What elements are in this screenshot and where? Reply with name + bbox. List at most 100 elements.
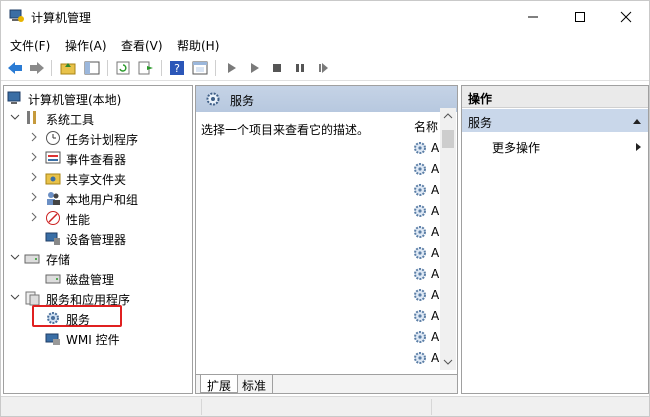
service-gear-icon (412, 308, 428, 327)
computer-management-window: 计算机管理 文件(F) 操作(A) 查看(V) 帮助(H) ? 计算机管理(本地… (0, 0, 650, 417)
service-gear-icon (412, 350, 428, 369)
storage-icon (24, 250, 40, 266)
list-item[interactable]: A (412, 306, 442, 326)
list-item[interactable]: A (412, 222, 442, 242)
tab-extended[interactable]: 扩展 (200, 375, 239, 393)
back-arrow-icon[interactable] (6, 59, 24, 77)
collapse-chevron-icon[interactable] (10, 112, 20, 122)
expand-chevron-icon[interactable] (29, 172, 39, 182)
service-gear-icon (412, 329, 428, 348)
service-gear-icon (412, 287, 428, 306)
tree-item-device-manager[interactable]: 设备管理器 (4, 228, 192, 248)
tree-item-disk-management[interactable]: 磁盘管理 (4, 268, 192, 288)
service-gear-icon (412, 203, 428, 222)
export-list-icon[interactable] (137, 59, 155, 77)
show-hide-tree-icon[interactable] (83, 59, 101, 77)
start-service-alt-icon[interactable] (246, 59, 264, 77)
title-bar: 计算机管理 (1, 1, 649, 33)
list-item[interactable]: A (412, 138, 442, 158)
service-gear-icon (412, 266, 428, 285)
service-gear-icon (412, 182, 428, 201)
name-column-header[interactable]: 名称 (414, 118, 438, 135)
clock-icon (45, 130, 61, 146)
scroll-down-icon[interactable] (443, 358, 453, 366)
tree-item-storage[interactable]: 存储 (4, 248, 192, 268)
maximize-button[interactable] (557, 1, 603, 33)
wmi-control-icon (45, 330, 61, 346)
service-gear-icon (412, 140, 428, 159)
more-actions-item[interactable]: 更多操作 (462, 136, 648, 156)
service-gear-icon (412, 245, 428, 264)
properties-pane-icon[interactable] (191, 59, 209, 77)
list-item[interactable]: A (412, 243, 442, 263)
list-item[interactable]: A (412, 180, 442, 200)
close-button[interactable] (603, 1, 649, 33)
tree-item-root[interactable]: 计算机管理(本地) (4, 88, 192, 108)
tree-item-event-viewer[interactable]: 事件查看器 (4, 148, 192, 168)
stop-service-icon[interactable] (268, 59, 286, 77)
tree-item-system-tools[interactable]: 系统工具 (4, 108, 192, 128)
pause-service-icon[interactable] (291, 59, 309, 77)
users-icon (45, 190, 61, 206)
services-pane-header: 服务 (196, 86, 457, 112)
computer-management-icon (7, 90, 23, 106)
actions-section-services[interactable]: 服务 (462, 109, 648, 132)
tab-standard[interactable]: 标准 (236, 375, 274, 393)
tree-item-shared-folders[interactable]: 共享文件夹 (4, 168, 192, 188)
scrollbar-thumb[interactable] (442, 130, 454, 148)
minimize-button[interactable] (510, 1, 556, 33)
actions-pane: 操作 服务 更多操作 (461, 85, 649, 394)
tree-item-task-scheduler[interactable]: 任务计划程序 (4, 128, 192, 148)
tree-item-wmi-control[interactable]: WMI 控件 (4, 328, 192, 348)
services-pane: 服务 选择一个项目来查看它的描述。 名称 A A A A A A A A A A… (195, 85, 458, 394)
menu-action[interactable]: 操作(A) (65, 37, 107, 54)
shared-folder-icon (45, 170, 61, 186)
scroll-up-icon[interactable] (443, 112, 453, 120)
computer-management-app-icon (9, 9, 25, 23)
performance-icon (45, 210, 61, 226)
start-service-icon[interactable] (223, 59, 241, 77)
collapse-chevron-icon[interactable] (10, 292, 20, 302)
status-bar (1, 396, 649, 416)
vertical-scrollbar[interactable] (440, 108, 456, 370)
collapse-chevron-icon[interactable] (10, 252, 20, 262)
services-applications-icon (24, 290, 40, 306)
expand-chevron-icon[interactable] (29, 212, 39, 222)
services-gear-icon (204, 90, 222, 111)
svg-text:?: ? (174, 62, 180, 75)
refresh-icon[interactable] (114, 59, 132, 77)
list-item[interactable]: A (412, 201, 442, 221)
list-item[interactable]: A (412, 159, 442, 179)
more-actions-label: 更多操作 (492, 141, 541, 155)
expand-chevron-icon[interactable] (29, 132, 39, 142)
service-gear-icon (412, 161, 428, 180)
window-title: 计算机管理 (31, 11, 92, 25)
up-folder-icon[interactable] (59, 59, 77, 77)
list-item[interactable]: A (412, 348, 442, 368)
menu-file[interactable]: 文件(F) (10, 37, 50, 54)
tree-item-local-users[interactable]: 本地用户和组 (4, 188, 192, 208)
forward-arrow-icon[interactable] (28, 59, 46, 77)
menu-help[interactable]: 帮助(H) (177, 37, 219, 54)
collapse-up-triangle-icon[interactable] (632, 117, 642, 125)
expand-chevron-icon[interactable] (29, 152, 39, 162)
expand-chevron-icon[interactable] (29, 192, 39, 202)
list-item[interactable]: A (412, 327, 442, 347)
tools-icon (24, 110, 40, 126)
navigation-tree: 计算机管理(本地) 系统工具 任务计划程序 事件查看器 共享文件夹 本地用户和组… (3, 85, 193, 394)
device-manager-icon (45, 230, 61, 246)
help-icon[interactable]: ? (168, 59, 186, 77)
restart-service-icon[interactable] (314, 59, 332, 77)
disk-management-icon (45, 270, 61, 286)
list-item[interactable]: A (412, 264, 442, 284)
services-gear-icon (45, 310, 61, 326)
menu-bar: 文件(F) 操作(A) 查看(V) 帮助(H) (1, 34, 649, 55)
service-gear-icon (412, 224, 428, 243)
tree-item-services[interactable]: 服务 (4, 308, 192, 328)
list-item[interactable]: A (412, 285, 442, 305)
actions-section-label: 服务 (468, 116, 493, 130)
tree-item-performance[interactable]: 性能 (4, 208, 192, 228)
view-tabs: 扩展 标准 (196, 374, 457, 393)
actions-header: 操作 (462, 86, 648, 108)
menu-view[interactable]: 查看(V) (121, 37, 163, 54)
